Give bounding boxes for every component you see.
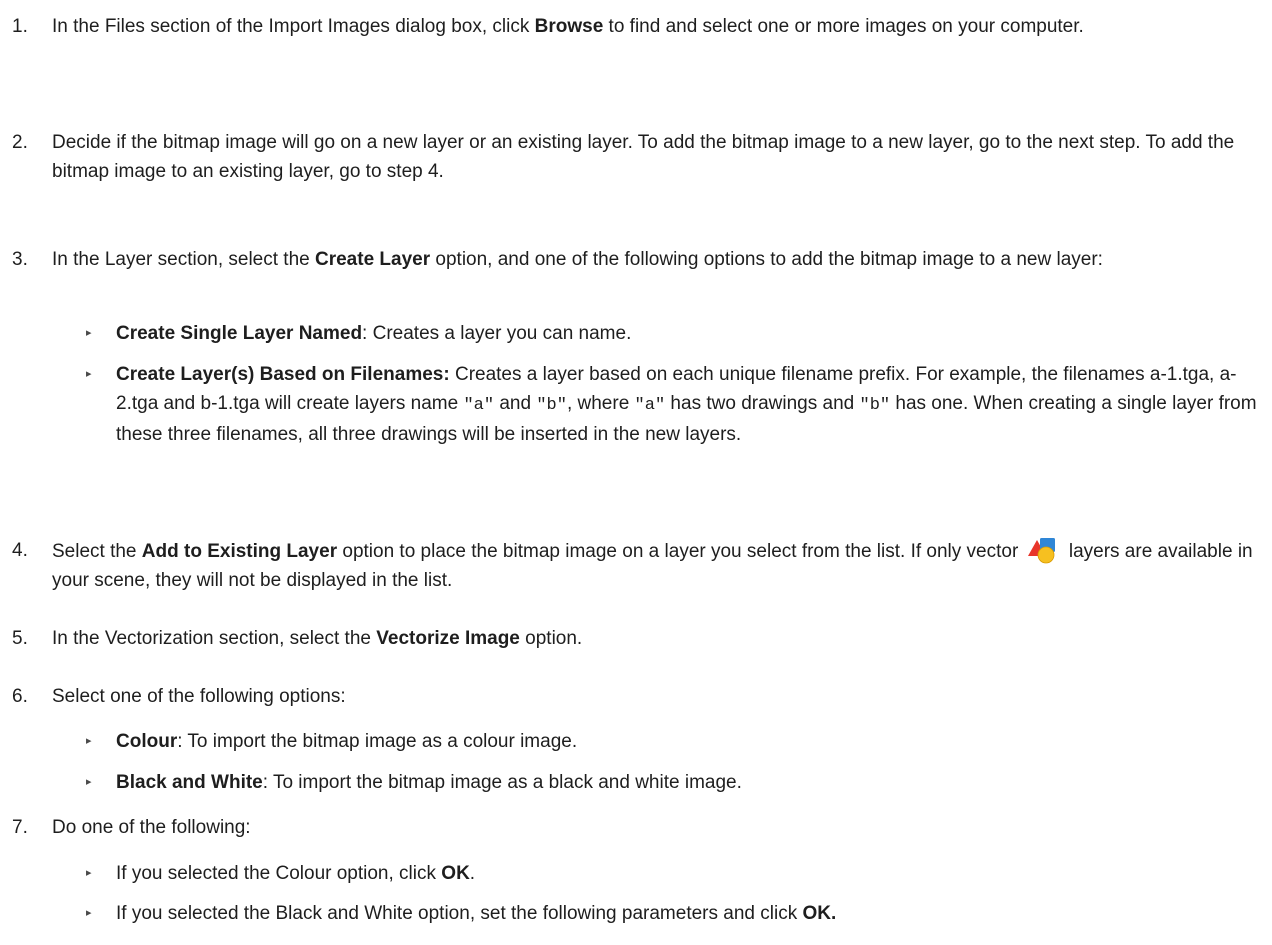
- text-run: option to place the bitmap image on a la…: [337, 541, 1024, 562]
- emphasis-text: Black and White: [116, 772, 263, 793]
- step-text: Decide if the bitmap image will go on a …: [52, 128, 1262, 186]
- step-3-bullet-2: ▸ Create Layer(s) Based on Filenames: Cr…: [86, 360, 1262, 449]
- step-number: 1.: [12, 16, 28, 37]
- text-run: Select the: [52, 541, 142, 562]
- text-run: : To import the bitmap image as a black …: [262, 772, 742, 793]
- step-3-bullet-1: ▸ Create Single Layer Named: Creates a l…: [86, 319, 1262, 348]
- text-run: If you selected the Black and White opti…: [116, 903, 803, 924]
- text-run: option.: [519, 628, 583, 649]
- text-run: : Creates a layer you can name.: [362, 323, 632, 344]
- bullet-icon: ▸: [86, 867, 92, 879]
- text-run: Do one of the following:: [52, 817, 251, 838]
- step-6: 6. Select one of the following options:: [12, 682, 1262, 711]
- code-text: "a": [463, 396, 495, 415]
- emphasis-text: Create Layer(s) Based on Filenames:: [116, 364, 450, 385]
- code-text: "b": [859, 396, 891, 415]
- bullet-icon: ▸: [86, 368, 92, 380]
- text-run: to find and select one or more images on…: [603, 16, 1084, 37]
- code-text: "a": [634, 396, 666, 415]
- step-number: 2.: [12, 132, 28, 153]
- text-run: and: [494, 393, 537, 414]
- emphasis-text: OK.: [802, 903, 837, 924]
- emphasis-text: Colour: [116, 731, 178, 752]
- step-4: 4. Select the Add to Existing Layer opti…: [12, 536, 1262, 595]
- text-run: In the Vectorization section, select the: [52, 628, 377, 649]
- step-5: 5. In the Vectorization section, select …: [12, 624, 1262, 653]
- text-run: : To import the bitmap image as a colour…: [177, 731, 578, 752]
- bullet-text: Colour: To import the bitmap image as a …: [116, 727, 1262, 756]
- step-7-bullet-2: ▸ If you selected the Black and White op…: [86, 899, 1262, 928]
- bullet-text: Create Single Layer Named: Creates a lay…: [116, 319, 1262, 348]
- text-run: In the Layer section, select the: [52, 249, 315, 270]
- emphasis-text: Browse: [534, 16, 604, 37]
- text-run: option, and one of the following options…: [430, 249, 1103, 270]
- step-number: 5.: [12, 628, 28, 649]
- step-number: 6.: [12, 686, 28, 707]
- bullet-text: Black and White: To import the bitmap im…: [116, 768, 1262, 797]
- bullet-icon: ▸: [86, 776, 92, 788]
- text-run: Decide if the bitmap image will go on a …: [52, 132, 1235, 182]
- vector-layer-icon: [1026, 536, 1060, 564]
- step-number: 7.: [12, 817, 28, 838]
- text-run: , where: [566, 393, 635, 414]
- step-text: Select one of the following options:: [52, 682, 1262, 711]
- step-7: 7. Do one of the following:: [12, 813, 1262, 842]
- step-number: 3.: [12, 249, 28, 270]
- text-run: .: [469, 863, 476, 884]
- bullet-text: If you selected the Colour option, click…: [116, 859, 1262, 888]
- bullet-icon: ▸: [86, 907, 92, 919]
- step-2: 2. Decide if the bitmap image will go on…: [12, 128, 1262, 186]
- text-run: If you selected the Colour option, click: [116, 863, 442, 884]
- step-1: 1. In the Files section of the Import Im…: [12, 12, 1262, 41]
- bullet-icon: ▸: [86, 735, 92, 747]
- emphasis-text: Vectorize Image: [376, 628, 520, 649]
- emphasis-text: Create Layer: [315, 249, 431, 270]
- bullet-text: If you selected the Black and White opti…: [116, 899, 1262, 928]
- step-6-bullet-2: ▸ Black and White: To import the bitmap …: [86, 768, 1262, 797]
- text-run: has two drawings and: [665, 393, 860, 414]
- bullet-text: Create Layer(s) Based on Filenames: Crea…: [116, 360, 1262, 449]
- emphasis-text: Add to Existing Layer: [141, 541, 338, 562]
- step-text: In the Layer section, select the Create …: [52, 245, 1262, 274]
- step-7-bullet-1: ▸ If you selected the Colour option, cli…: [86, 859, 1262, 888]
- emphasis-text: OK: [441, 863, 470, 884]
- step-text: In the Vectorization section, select the…: [52, 624, 1262, 653]
- step-number: 4.: [12, 540, 28, 561]
- text-run: In the Files section of the Import Image…: [52, 16, 535, 37]
- code-text: "b": [536, 396, 567, 415]
- emphasis-text: Create Single Layer Named: [116, 323, 363, 344]
- document-page: 1. In the Files section of the Import Im…: [0, 0, 1272, 945]
- step-6-bullet-1: ▸ Colour: To import the bitmap image as …: [86, 727, 1262, 756]
- step-text: Select the Add to Existing Layer option …: [52, 536, 1262, 595]
- step-text: Do one of the following:: [52, 813, 1262, 842]
- text-run: Select one of the following options:: [52, 686, 346, 707]
- step-3: 3. In the Layer section, select the Crea…: [12, 245, 1262, 274]
- bullet-icon: ▸: [86, 327, 92, 339]
- step-text: In the Files section of the Import Image…: [52, 12, 1262, 41]
